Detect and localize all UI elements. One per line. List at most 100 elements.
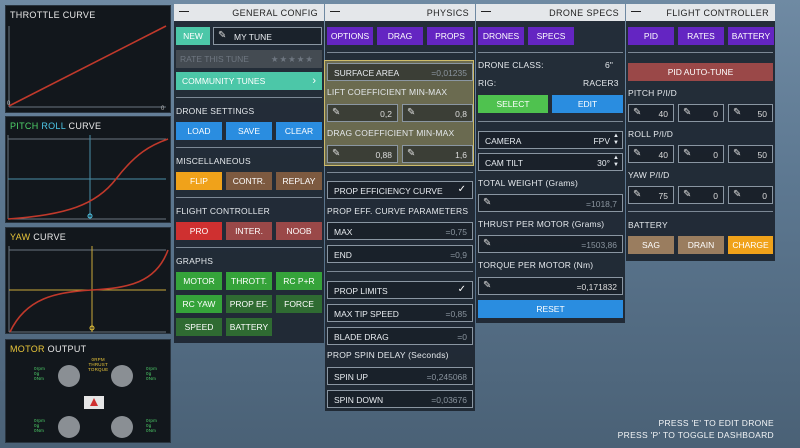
pid-autotune-button[interactable]: PID AUTO-TUNE [628,63,773,81]
yaw-d-field[interactable]: ✎ 0 [728,186,773,204]
prop-limits-toggle[interactable]: PROP LIMITS ✓ [327,281,473,299]
drag-coefficient-heading: DRAG COEFFICIENT MIN-MAX [327,128,455,138]
replay-button[interactable]: REPLAY [276,172,322,190]
sag-button[interactable]: SAG [628,236,674,254]
blade-drag-field[interactable]: BLADE DRAG =0 [327,327,473,345]
tab-drones[interactable]: DRONES [478,27,524,45]
graph-thrott-button[interactable]: THROTT. [226,272,272,290]
graph-speed-button[interactable]: SPEED [176,318,222,336]
general-config-header[interactable]: — GENERAL CONFIG [174,4,324,21]
rig-label: RIG: [478,78,497,88]
pitch-d-field[interactable]: ✎ 50 [728,104,773,122]
graph-battery-button[interactable]: BATTERY [226,318,272,336]
graph-rc-pr-button[interactable]: RC P+R [276,272,322,290]
minus-icon[interactable]: — [330,7,340,17]
drone-specs-header[interactable]: — DRONE SPECS [476,4,625,21]
drone-class-value: 6" [605,60,614,70]
drag-max-field[interactable]: ✎ 1,6 [402,145,473,163]
check-icon: ✓ [457,184,466,195]
drain-button[interactable]: DRAIN [678,236,724,254]
select-button[interactable]: SELECT [478,95,548,113]
yaw-curve-graph: YAW CURVE [5,227,171,334]
yaw-i-value: 0 [713,191,718,201]
pencil-icon: ✎ [483,280,492,291]
tab-rates[interactable]: RATES [678,27,724,45]
end-field[interactable]: END =0,9 [327,245,473,263]
physics-header[interactable]: — PHYSICS [325,4,475,21]
motor-output-graph: MOTOR OUTPUT 0RPM THRUST TORQUE 0rpm 0g 0N… [5,339,171,443]
pencil-icon: ✎ [218,30,227,41]
throttle-zero-right: 0 [161,106,165,112]
spin-delay-heading: PROP SPIN DELAY (Seconds) [327,350,449,360]
star-icon[interactable]: ★★★★★ [271,50,314,68]
graphs-heading: GRAPHS [176,256,214,266]
pitch-pid-heading: PITCH P/I/D [628,88,677,98]
rate-tune-row[interactable]: RATE THIS TUNE ★★★★★ [176,50,322,68]
cam-tilt-label: CAM TILT [485,158,523,168]
minus-icon[interactable]: — [481,7,491,17]
torque-per-motor-heading: TORQUE PER MOTOR (Nm) [478,260,594,270]
tab-props[interactable]: PROPS [427,27,473,45]
lift-min-field[interactable]: ✎ 0,2 [327,104,398,122]
tab-pid[interactable]: PID [628,27,674,45]
roll-p-field[interactable]: ✎ 40 [628,145,674,163]
inter-mode-button[interactable]: INTER. [226,222,272,240]
flight-controller-header[interactable]: — FLIGHT CONTROLLER [626,4,775,21]
new-tune-button[interactable]: NEW [176,27,210,45]
camera-select[interactable]: CAMERA FPV ▲ ▼ [478,131,623,149]
surface-area-value: =0,01235 [431,68,467,78]
pencil-icon: ✎ [483,238,492,249]
spin-down-field[interactable]: SPIN DOWN =0,03676 [327,390,473,408]
flip-button[interactable]: FLIP [176,172,222,190]
pitch-p-field[interactable]: ✎ 40 [628,104,674,122]
max-tip-speed-field[interactable]: MAX TIP SPEED =0,85 [327,304,473,322]
toggle-dashboard-hint: PRESS 'P' TO TOGGLE DASHBOARD [617,430,774,440]
minus-icon[interactable]: — [631,7,641,17]
drone-settings-heading: DRONE SETTINGS [176,106,255,116]
pitch-i-field[interactable]: ✎ 0 [678,104,724,122]
drag-min-field[interactable]: ✎ 0,88 [327,145,398,163]
pencil-icon: ✎ [633,148,642,159]
surface-area-field[interactable]: SURFACE AREA =0,01235 [327,63,473,81]
cam-tilt-select[interactable]: CAM TILT 30° ▲ ▼ [478,153,623,171]
contr-button[interactable]: CONTR. [226,172,272,190]
max-field[interactable]: MAX =0,75 [327,222,473,240]
spin-up-field[interactable]: SPIN UP =0,245068 [327,367,473,385]
yaw-p-field[interactable]: ✎ 75 [628,186,674,204]
tab-drag[interactable]: DRAG [377,27,423,45]
thrust-per-motor-field[interactable]: ✎ =1503,86 [478,235,623,253]
tab-battery[interactable]: BATTERY [728,27,774,45]
total-weight-field[interactable]: ✎ =1018,7 [478,194,623,212]
edit-button[interactable]: EDIT [552,95,623,113]
load-button[interactable]: LOAD [176,122,222,140]
yaw-i-field[interactable]: ✎ 0 [678,186,724,204]
roll-d-field[interactable]: ✎ 50 [728,145,773,163]
graph-force-button[interactable]: FORCE [276,295,322,313]
tab-options[interactable]: OPTIONS [327,27,373,45]
pitch-roll-curve-graph: PITCH ROLL CURVE [5,116,171,223]
pro-mode-button[interactable]: PRO [176,222,222,240]
lift-max-field[interactable]: ✎ 0,8 [402,104,473,122]
save-button[interactable]: SAVE [226,122,272,140]
roll-i-field[interactable]: ✎ 0 [678,145,724,163]
pencil-icon: ✎ [683,148,692,159]
tab-specs[interactable]: SPECS [528,27,574,45]
pitch-p-value: 40 [658,109,668,119]
pencil-icon: ✎ [332,107,341,118]
prop-efficiency-toggle[interactable]: PROP EFFICIENCY CURVE ✓ [327,181,473,199]
lift-max-value: 0,8 [455,109,467,119]
community-tunes-button[interactable]: COMMUNITY TUNES › [176,72,322,90]
tune-name-field[interactable]: ✎ MY TUNE [213,27,322,45]
torque-per-motor-field[interactable]: ✎ =0,171832 [478,277,623,295]
minus-icon[interactable]: — [179,7,189,17]
reset-button[interactable]: RESET [478,300,623,318]
clear-button[interactable]: CLEAR [276,122,322,140]
charge-button[interactable]: CHARGE [728,236,773,254]
graph-motor-button[interactable]: MOTOR [176,272,222,290]
camera-label: CAMERA [485,136,522,146]
graph-rc-yaw-button[interactable]: RC YAW [176,295,222,313]
graph-prop-ef-button[interactable]: PROP EF. [226,295,272,313]
pitch-i-value: 0 [713,109,718,119]
pencil-icon: ✎ [332,148,341,159]
noob-mode-button[interactable]: NOOB [276,222,322,240]
